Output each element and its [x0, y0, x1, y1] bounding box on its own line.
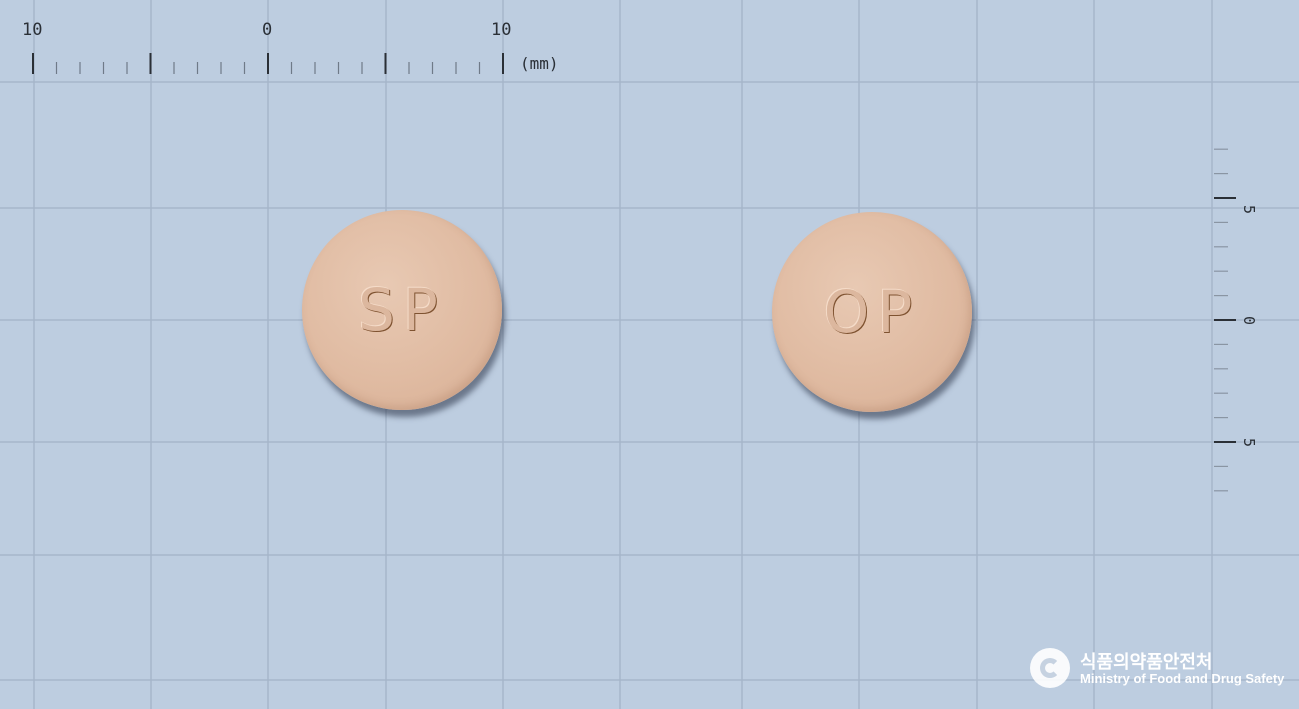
- pill-imprint-back: OP: [823, 278, 921, 346]
- ministry-name-english: Ministry of Food and Drug Safety: [1080, 671, 1285, 686]
- scale-right-label-bottom: 5: [1240, 437, 1259, 448]
- pill-front: SP: [302, 210, 502, 410]
- scale-top-label-zero: 0: [262, 20, 273, 40]
- scale-top-label-left: 10: [22, 20, 43, 40]
- scale-top-label-right: 10: [491, 20, 512, 40]
- pill-identification-image: 10 0 10 (mm) 5 0 5 SP OP 식품의약품안전처 Minist…: [0, 0, 1299, 709]
- logo-swirl-icon: [1040, 658, 1060, 678]
- background-grid: [0, 0, 1299, 709]
- pill-imprint-front: SP: [358, 276, 446, 344]
- scale-right-label-top: 5: [1240, 204, 1259, 215]
- pill-back: OP: [772, 212, 972, 412]
- scale-unit-label: (mm): [520, 54, 559, 73]
- scale-right-label-zero: 0: [1240, 315, 1259, 326]
